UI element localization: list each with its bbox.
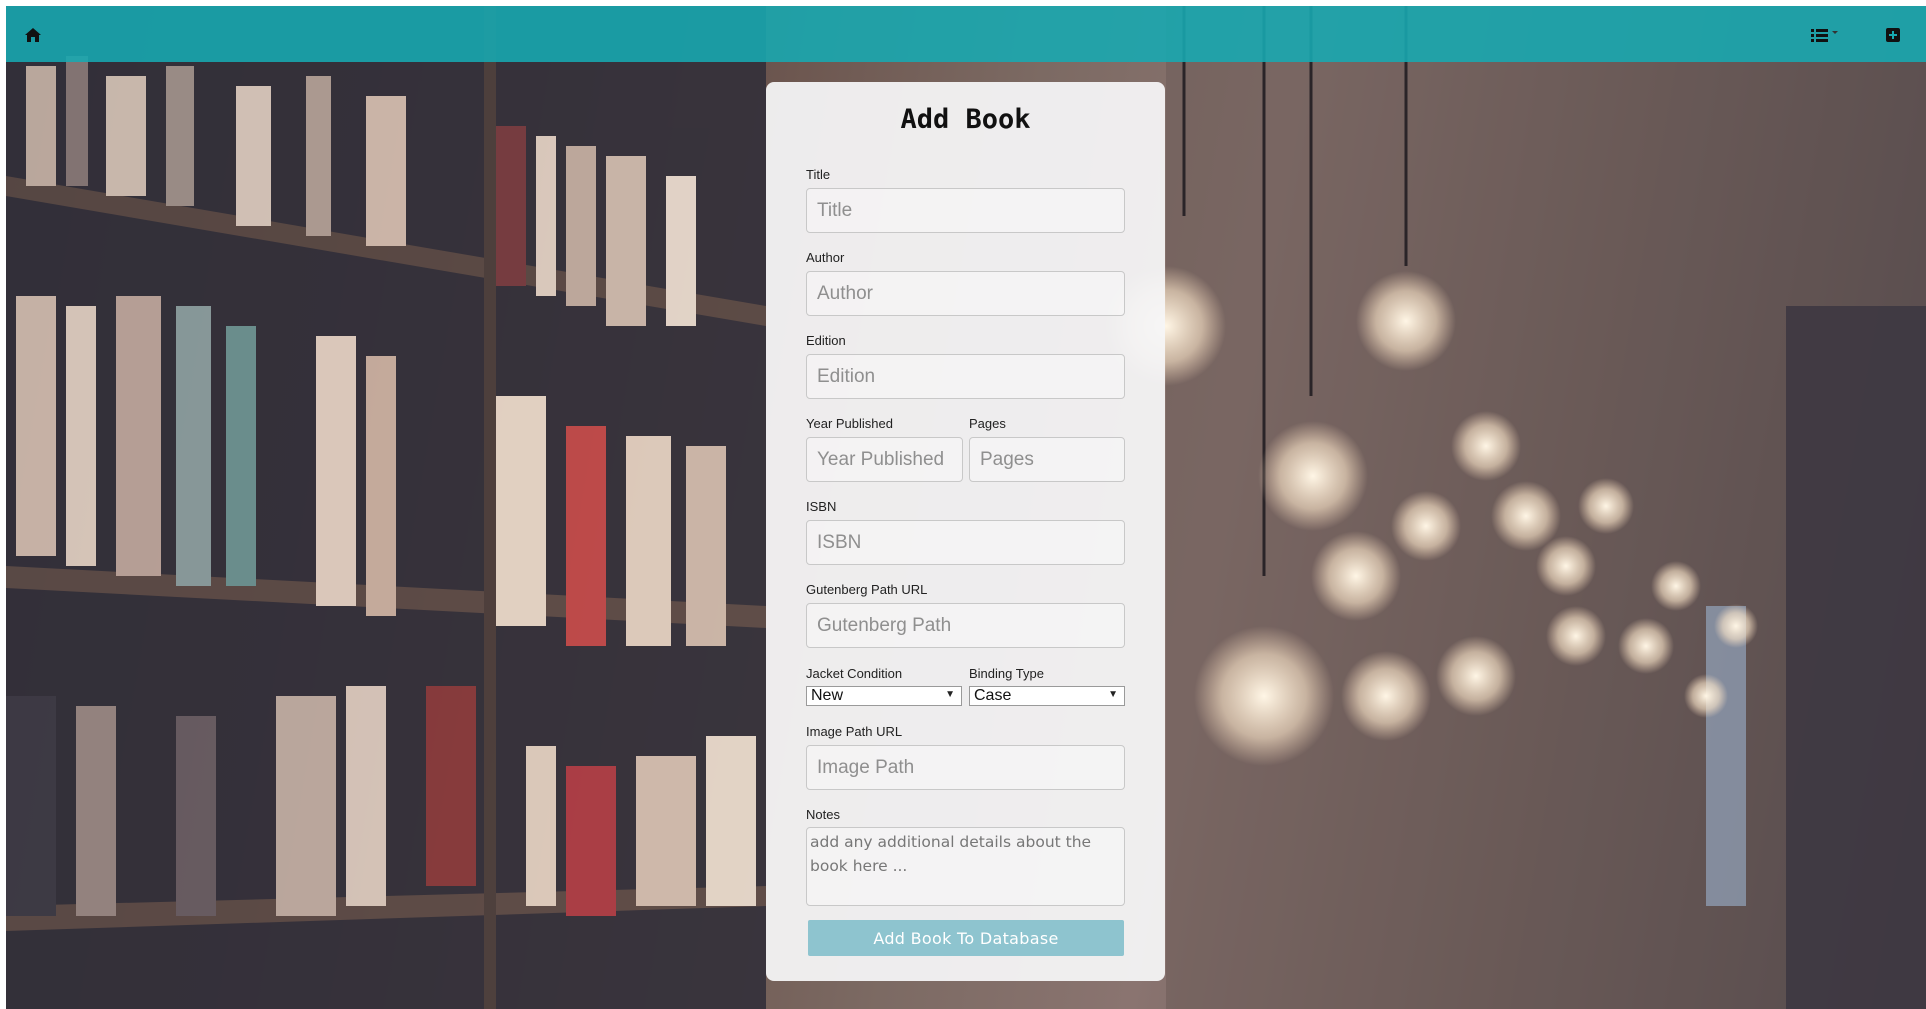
title-label: Title [806,167,831,182]
binding-type-value: Case [974,687,1012,704]
edition-label: Edition [806,333,846,348]
year-published-label: Year Published [806,416,893,431]
jacket-condition-select[interactable]: New ▼ [806,686,962,706]
author-label: Author [806,250,845,265]
gutenberg-path-label: Gutenberg Path URL [806,582,928,597]
form-title: Add Book [900,104,1031,135]
page-viewport: Add Book Title Author Edition Year Publi… [6,6,1926,1009]
list-menu-dropdown[interactable] [1806,22,1846,48]
notes-label: Notes [806,807,840,822]
notes-textarea[interactable] [806,827,1125,906]
edition-input[interactable] [806,354,1125,399]
top-navbar [6,6,1926,62]
year-published-input[interactable] [806,437,963,482]
isbn-input[interactable] [806,520,1125,565]
gutenberg-path-input[interactable] [806,603,1125,648]
image-path-input[interactable] [806,745,1125,790]
add-book-submit-button[interactable]: Add Book To Database [808,920,1124,956]
jacket-condition-value: New [811,687,844,704]
binding-type-label: Binding Type [969,666,1044,681]
add-book-form: Add Book Title Author Edition Year Publi… [766,82,1165,981]
pages-label: Pages [969,416,1006,431]
dropdown-arrow-icon: ▼ [945,689,955,700]
dropdown-arrow-icon: ▼ [1108,689,1118,700]
home-icon[interactable] [20,22,46,48]
isbn-label: ISBN [806,499,837,514]
list-icon [1811,29,1838,42]
jacket-condition-label: Jacket Condition [806,666,903,681]
image-path-label: Image Path URL [806,724,903,739]
binding-type-select[interactable]: Case ▼ [969,686,1125,706]
author-input[interactable] [806,271,1125,316]
plus-square-icon[interactable] [1880,22,1906,48]
title-input[interactable] [806,188,1125,233]
pages-input[interactable] [969,437,1125,482]
